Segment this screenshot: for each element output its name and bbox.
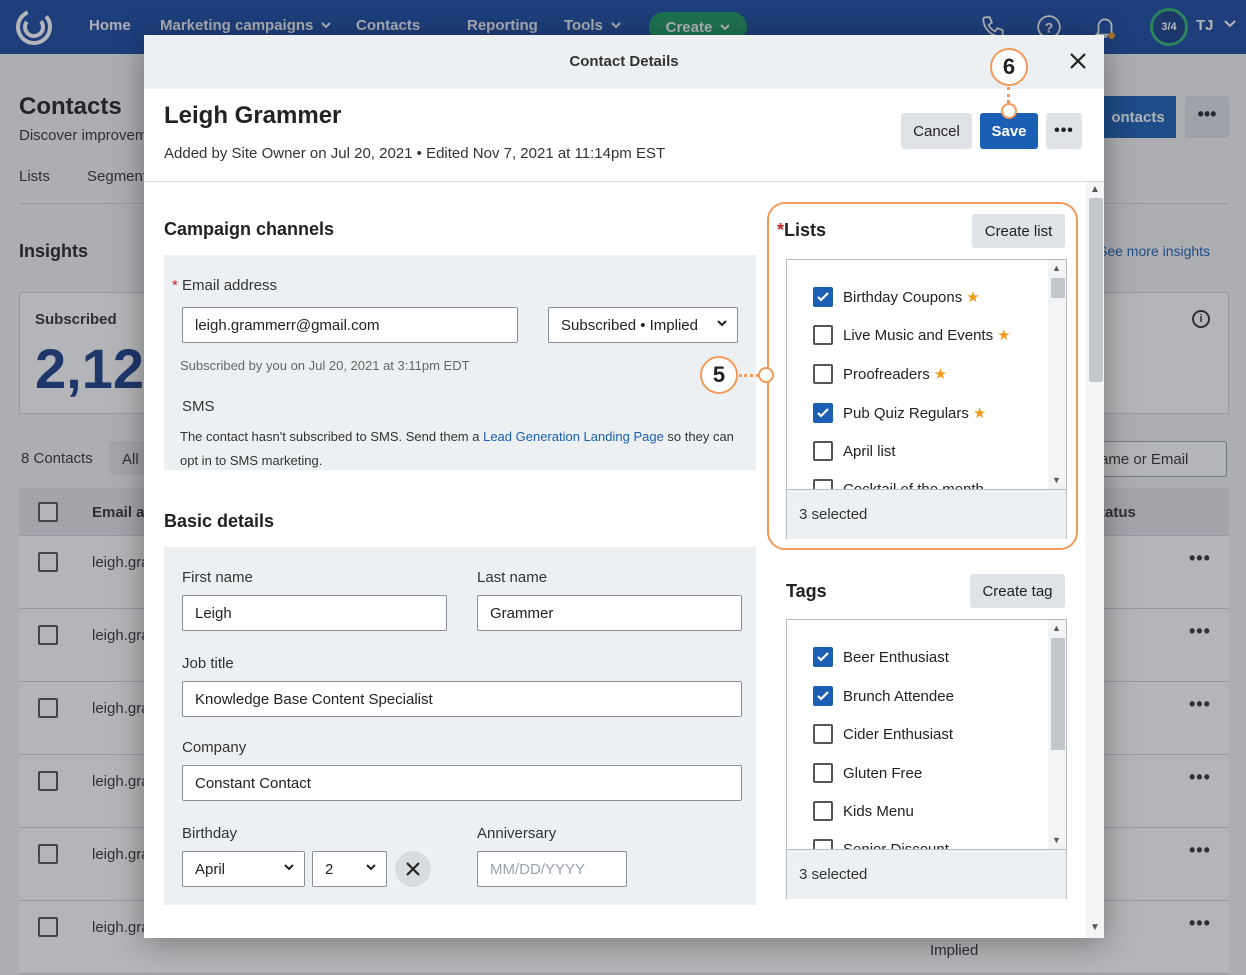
sms-text-before: The contact hasn't subscribed to SMS. Se… (180, 429, 484, 444)
tags-listbox: Beer Enthusiast Brunch Attendee Cider En… (786, 619, 1067, 899)
step-callout-5: 5 (700, 356, 738, 394)
tags-selected-count: 3 selected (787, 849, 1066, 899)
birthday-day-value: 2 (325, 861, 334, 878)
chevron-down-icon (284, 864, 294, 871)
tag-item-kids-menu[interactable]: Kids Menu (813, 800, 914, 822)
scroll-up-icon[interactable]: ▲ (1090, 184, 1100, 195)
tag-item-cider-enthusiast[interactable]: Cider Enthusiast (813, 723, 953, 745)
tag-item-label: Gluten Free (843, 764, 923, 782)
sms-label: SMS (182, 398, 215, 415)
basic-details-panel: First name Leigh Last name Grammer Job t… (164, 547, 756, 905)
modal-header: Contact Details (144, 35, 1104, 89)
modal-title: Contact Details (569, 53, 679, 70)
first-name-value: Leigh (195, 605, 232, 622)
chevron-down-icon (717, 320, 727, 327)
job-title-label: Job title (182, 655, 234, 672)
contact-meta: Added by Site Owner on Jul 20, 2021 • Ed… (164, 145, 666, 162)
last-name-field[interactable]: Grammer (477, 595, 742, 631)
lead-generation-link[interactable]: Lead Generation Landing Page (483, 429, 664, 444)
last-name-label: Last name (477, 569, 548, 586)
tag-item-label: Cider Enthusiast (843, 725, 954, 743)
close-icon[interactable] (1068, 51, 1088, 71)
birthday-month-select[interactable]: April (182, 851, 305, 887)
required-marker: * (172, 277, 183, 294)
cancel-button[interactable]: Cancel (901, 113, 972, 149)
scroll-down-icon[interactable]: ▼ (1090, 922, 1100, 933)
birthday-day-select[interactable]: 2 (312, 851, 387, 887)
checkbox[interactable] (813, 763, 833, 783)
birthday-label: Birthday (182, 825, 238, 842)
callout-anchor (1001, 103, 1017, 119)
last-name-value: Grammer (490, 605, 554, 622)
tag-item-label: Kids Menu (843, 802, 914, 820)
job-title-value: Knowledge Base Content Specialist (195, 691, 433, 708)
callout-anchor (758, 367, 774, 383)
birthday-month-value: April (195, 861, 226, 878)
email-field[interactable]: leigh.grammerr@gmail.com (182, 307, 518, 343)
sms-info: The contact hasn't subscribed to SMS. Se… (180, 425, 740, 473)
email-label-text: Email address (182, 277, 278, 294)
campaign-channels-panel: * Email address leigh.grammerr@gmail.com… (164, 255, 756, 470)
subscribed-helper: Subscribed by you on Jul 20, 2021 at 3:1… (180, 358, 470, 373)
basic-details-title: Basic details (164, 511, 275, 531)
email-label: * Email address (172, 277, 277, 294)
job-title-field[interactable]: Knowledge Base Content Specialist (182, 681, 742, 717)
callout-connector (739, 374, 759, 377)
tag-item-beer-enthusiast[interactable]: Beer Enthusiast (813, 646, 949, 668)
tags-scrollbar-thumb[interactable] (1051, 638, 1065, 750)
more-actions-button[interactable]: ••• (1046, 113, 1082, 149)
anniversary-field[interactable]: MM/DD/YYYY (477, 851, 627, 887)
tag-item-gluten-free[interactable]: Gluten Free (813, 762, 922, 784)
lists-highlight (767, 202, 1078, 550)
company-label: Company (182, 739, 247, 756)
checkbox[interactable] (813, 686, 833, 706)
tag-item-label: Beer Enthusiast (843, 648, 949, 666)
header-divider (144, 181, 1104, 182)
tag-item-label: Senior Discount (843, 840, 949, 850)
checkbox[interactable] (813, 839, 833, 849)
contact-name: Leigh Grammer (164, 102, 342, 129)
callout-connector (1007, 87, 1010, 103)
tags-items: Beer Enthusiast Brunch Attendee Cider En… (787, 620, 1048, 849)
step-callout-6: 6 (990, 48, 1028, 86)
tag-item-label: Brunch Attendee (843, 687, 954, 705)
create-tag-button[interactable]: Create tag (970, 574, 1065, 608)
campaign-channels-title: Campaign channels (164, 219, 335, 239)
first-name-field[interactable]: Leigh (182, 595, 447, 631)
close-icon (406, 862, 420, 876)
checkbox[interactable] (813, 647, 833, 667)
anniversary-label: Anniversary (477, 825, 557, 842)
checkmark-icon (817, 691, 829, 701)
checkmark-icon (817, 652, 829, 662)
tags-scrollbar[interactable]: ▲ ▼ (1048, 620, 1066, 849)
first-name-label: First name (182, 569, 253, 586)
checkbox[interactable] (813, 724, 833, 744)
tag-item-brunch-attendee[interactable]: Brunch Attendee (813, 685, 954, 707)
clear-birthday-button[interactable] (395, 851, 431, 887)
chevron-down-icon (366, 864, 376, 871)
company-value: Constant Contact (195, 775, 311, 792)
email-value: leigh.grammerr@gmail.com (195, 317, 380, 334)
scroll-down-icon[interactable]: ▼ (1052, 835, 1061, 845)
tag-item-senior-discount[interactable]: Senior Discount (813, 838, 949, 849)
anniversary-placeholder: MM/DD/YYYY (490, 861, 586, 878)
subscription-status-select[interactable]: Subscribed • Implied (548, 307, 738, 343)
tags-title: Tags (786, 581, 827, 601)
modal-scrollbar-thumb[interactable] (1089, 198, 1103, 382)
company-field[interactable]: Constant Contact (182, 765, 742, 801)
scroll-up-icon[interactable]: ▲ (1052, 623, 1061, 633)
subscription-status-value: Subscribed • Implied (561, 317, 698, 334)
checkbox[interactable] (813, 801, 833, 821)
